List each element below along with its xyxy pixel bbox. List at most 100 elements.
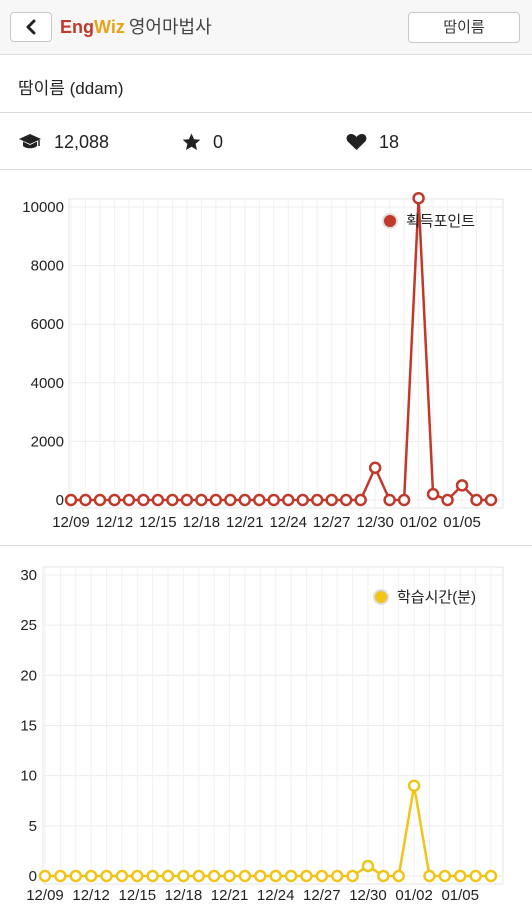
y-tick-label: 15 xyxy=(20,718,37,735)
stat-likes-value: 18 xyxy=(379,131,400,152)
graduation-cap-icon xyxy=(19,134,41,149)
data-point xyxy=(195,493,208,507)
stats-row: 12,088 0 18 xyxy=(0,113,532,170)
x-tick-label: 12/15 xyxy=(119,887,157,900)
x-tick-label: 12/09 xyxy=(26,887,64,900)
x-tick-label: 12/24 xyxy=(257,887,295,900)
data-point xyxy=(79,493,92,507)
x-tick-label: 12/21 xyxy=(226,514,264,531)
y-tick-label: 0 xyxy=(56,492,64,509)
y-tick-label: 2000 xyxy=(31,433,64,450)
data-point xyxy=(441,493,454,507)
x-tick-label: 01/05 xyxy=(441,887,479,900)
data-point xyxy=(180,493,194,507)
x-tick-label: 12/12 xyxy=(96,514,134,531)
data-point xyxy=(383,493,396,507)
data-point xyxy=(296,493,309,507)
data-point xyxy=(453,869,467,883)
x-tick-label: 12/24 xyxy=(269,514,307,531)
y-tick-label: 30 xyxy=(20,567,37,584)
data-point xyxy=(346,869,359,883)
data-point xyxy=(207,869,221,883)
data-point xyxy=(54,869,67,883)
data-point xyxy=(137,493,150,507)
data-point xyxy=(161,869,175,883)
legend-label: 획득포인트 xyxy=(406,213,475,230)
x-tick-label: 01/02 xyxy=(395,887,433,900)
back-button[interactable] xyxy=(10,12,52,42)
data-point xyxy=(284,869,298,883)
data-point xyxy=(224,493,237,507)
data-point xyxy=(100,869,113,883)
data-point xyxy=(438,869,452,883)
data-point xyxy=(469,869,482,883)
data-point xyxy=(93,493,107,507)
x-tick-label: 12/30 xyxy=(349,887,387,900)
data-point xyxy=(238,493,252,507)
x-tick-label: 12/30 xyxy=(356,514,394,531)
user-menu-button[interactable]: 땀이름 xyxy=(408,12,520,43)
x-tick-label: 12/27 xyxy=(313,514,351,531)
data-point xyxy=(267,493,281,507)
data-point xyxy=(315,869,329,883)
data-point xyxy=(269,869,282,883)
data-point xyxy=(253,493,266,507)
data-point xyxy=(310,493,324,507)
stat-likes: 18 xyxy=(346,131,399,153)
data-point xyxy=(238,869,252,883)
y-tick-label: 6000 xyxy=(31,316,64,333)
stat-points-value: 12,088 xyxy=(54,131,110,152)
data-point xyxy=(192,869,206,883)
data-point xyxy=(325,493,338,507)
data-point xyxy=(407,779,421,792)
chevron-left-icon xyxy=(26,19,36,35)
plot-area xyxy=(68,198,504,509)
data-point xyxy=(368,461,382,475)
y-tick-label: 5 xyxy=(29,818,37,835)
data-point xyxy=(354,493,367,507)
brand-wiz: Wiz xyxy=(94,17,125,37)
data-point xyxy=(122,493,136,507)
data-point xyxy=(484,493,498,507)
data-point xyxy=(392,869,405,883)
stat-stars: 0 xyxy=(182,131,223,153)
star-icon xyxy=(182,133,201,150)
data-point xyxy=(209,493,223,507)
brand-name: 영어마법사 xyxy=(128,17,212,37)
data-point xyxy=(84,869,98,883)
x-tick-label: 12/09 xyxy=(52,514,90,531)
y-tick-label: 25 xyxy=(20,617,37,634)
x-tick-label: 12/12 xyxy=(72,887,110,900)
heart-icon xyxy=(346,133,367,150)
x-tick-label: 12/18 xyxy=(165,887,203,900)
profile-name-row: 땀이름 (ddam) xyxy=(0,55,532,113)
data-point xyxy=(300,869,313,883)
app-logo[interactable]: EngWiz 영어마법사 xyxy=(60,16,212,38)
x-tick-label: 12/21 xyxy=(211,887,249,900)
data-point xyxy=(377,869,390,883)
data-point xyxy=(330,869,344,883)
data-point xyxy=(455,479,469,492)
data-point xyxy=(423,869,436,883)
profile-name: 땀이름 (ddam) xyxy=(18,79,124,98)
data-point xyxy=(38,869,52,883)
data-point xyxy=(412,191,425,205)
x-tick-label: 12/15 xyxy=(139,514,177,531)
legend-marker xyxy=(373,589,389,605)
data-point xyxy=(339,493,353,507)
data-point xyxy=(108,493,121,507)
data-point xyxy=(166,493,179,507)
data-point xyxy=(146,869,159,883)
x-tick-label: 12/18 xyxy=(183,514,221,531)
stat-stars-value: 0 xyxy=(213,131,224,152)
data-point xyxy=(484,869,498,883)
x-tick-label: 01/02 xyxy=(400,514,438,531)
data-point xyxy=(470,493,483,507)
data-point xyxy=(223,869,236,883)
data-point xyxy=(115,869,129,883)
y-tick-label: 8000 xyxy=(31,258,64,275)
y-tick-label: 10 xyxy=(20,768,37,785)
brand-eng: Eng xyxy=(60,17,94,37)
legend-label: 학습시간(분) xyxy=(397,589,476,606)
y-tick-label: 4000 xyxy=(31,375,64,392)
